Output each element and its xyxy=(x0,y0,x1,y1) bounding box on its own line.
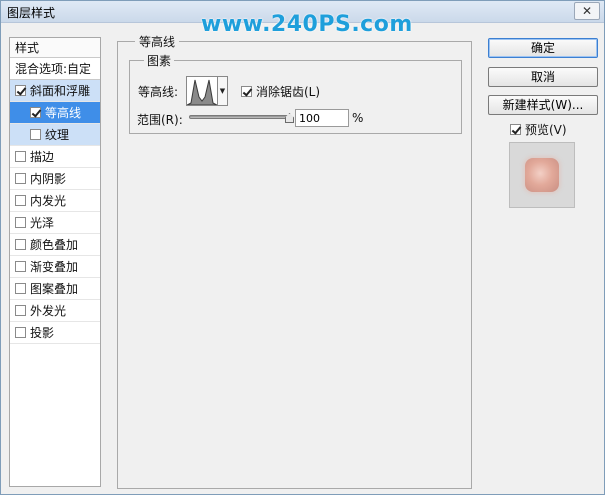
texture-checkbox[interactable] xyxy=(30,129,41,140)
style-item-pattern-overlay[interactable]: 图案叠加 xyxy=(10,278,100,300)
range-unit: % xyxy=(352,111,364,125)
cancel-button[interactable]: 取消 xyxy=(488,67,598,87)
style-item-drop-shadow[interactable]: 投影 xyxy=(10,322,100,344)
style-item-contour[interactable]: 等高线 xyxy=(10,102,100,124)
gradient-overlay-checkbox[interactable] xyxy=(15,261,26,272)
preview-label: 预览(V) xyxy=(525,123,567,137)
style-list: 样式 混合选项:自定 斜面和浮雕 等高线 纹理 描边 内阴影 内发光 光泽 颜色… xyxy=(9,37,101,487)
close-icon: ✕ xyxy=(581,4,593,18)
style-item-label: 等高线 xyxy=(45,106,82,120)
style-item-stroke[interactable]: 描边 xyxy=(10,146,100,168)
style-item-label: 外发光 xyxy=(30,304,67,318)
style-item-label: 内阴影 xyxy=(30,172,67,186)
anti-alias-option[interactable]: 消除锯齿(L) xyxy=(241,83,320,100)
style-list-header[interactable]: 样式 xyxy=(10,38,100,58)
contour-checkbox[interactable] xyxy=(30,107,41,118)
anti-alias-checkbox[interactable] xyxy=(241,86,252,97)
style-item-label: 内发光 xyxy=(30,194,67,208)
style-item-label: 光泽 xyxy=(30,216,55,230)
outer-glow-checkbox[interactable] xyxy=(15,305,26,316)
range-slider-track[interactable] xyxy=(189,115,289,119)
chevron-down-icon: ▼ xyxy=(219,87,226,95)
inner-shadow-checkbox[interactable] xyxy=(15,173,26,184)
layer-style-dialog: 图层样式 ✕ www.240PS.com 样式 混合选项:自定 斜面和浮雕 等高… xyxy=(0,0,605,495)
style-item-label: 颜色叠加 xyxy=(30,238,79,252)
range-input[interactable] xyxy=(295,109,349,127)
style-item-label: 图案叠加 xyxy=(30,282,79,296)
style-item-color-overlay[interactable]: 颜色叠加 xyxy=(10,234,100,256)
inner-glow-checkbox[interactable] xyxy=(15,195,26,206)
style-item-outer-glow[interactable]: 外发光 xyxy=(10,300,100,322)
preview-option[interactable]: 预览(V) xyxy=(510,121,567,138)
contour-label: 等高线: xyxy=(138,85,179,99)
satin-checkbox[interactable] xyxy=(15,217,26,228)
window-title: 图层样式 xyxy=(7,6,56,20)
blending-options-item[interactable]: 混合选项:自定 xyxy=(10,58,100,80)
preview-checkbox[interactable] xyxy=(510,124,521,135)
style-item-inner-shadow[interactable]: 内阴影 xyxy=(10,168,100,190)
new-style-button[interactable]: 新建样式(W)... xyxy=(488,95,598,115)
pattern-overlay-checkbox[interactable] xyxy=(15,283,26,294)
style-item-label: 斜面和浮雕 xyxy=(30,84,91,98)
style-item-label: 描边 xyxy=(30,150,55,164)
style-item-satin[interactable]: 光泽 xyxy=(10,212,100,234)
close-button[interactable]: ✕ xyxy=(574,2,600,20)
color-overlay-checkbox[interactable] xyxy=(15,239,26,250)
style-item-gradient-overlay[interactable]: 渐变叠加 xyxy=(10,256,100,278)
style-item-texture[interactable]: 纹理 xyxy=(10,124,100,146)
style-item-bevel-emboss[interactable]: 斜面和浮雕 xyxy=(10,80,100,102)
contour-group-title: 等高线 xyxy=(135,33,180,50)
style-item-label: 渐变叠加 xyxy=(30,260,79,274)
bevel-emboss-checkbox[interactable] xyxy=(15,85,26,96)
style-item-label: 纹理 xyxy=(45,128,70,142)
style-item-label: 投影 xyxy=(30,326,55,340)
ok-button[interactable]: 确定 xyxy=(488,38,598,58)
contour-dropdown-arrow[interactable]: ▼ xyxy=(218,76,228,106)
stroke-checkbox[interactable] xyxy=(15,151,26,162)
style-item-inner-glow[interactable]: 内发光 xyxy=(10,190,100,212)
range-label: 范围(R): xyxy=(137,113,183,127)
contour-picker[interactable] xyxy=(186,76,218,106)
contour-curve-icon xyxy=(186,79,218,106)
elements-group-title: 图素 xyxy=(144,52,175,69)
drop-shadow-checkbox[interactable] xyxy=(15,327,26,338)
style-preview-swatch xyxy=(525,158,559,192)
watermark: www.240PS.com xyxy=(201,12,413,37)
anti-alias-label: 消除锯齿(L) xyxy=(256,85,321,99)
